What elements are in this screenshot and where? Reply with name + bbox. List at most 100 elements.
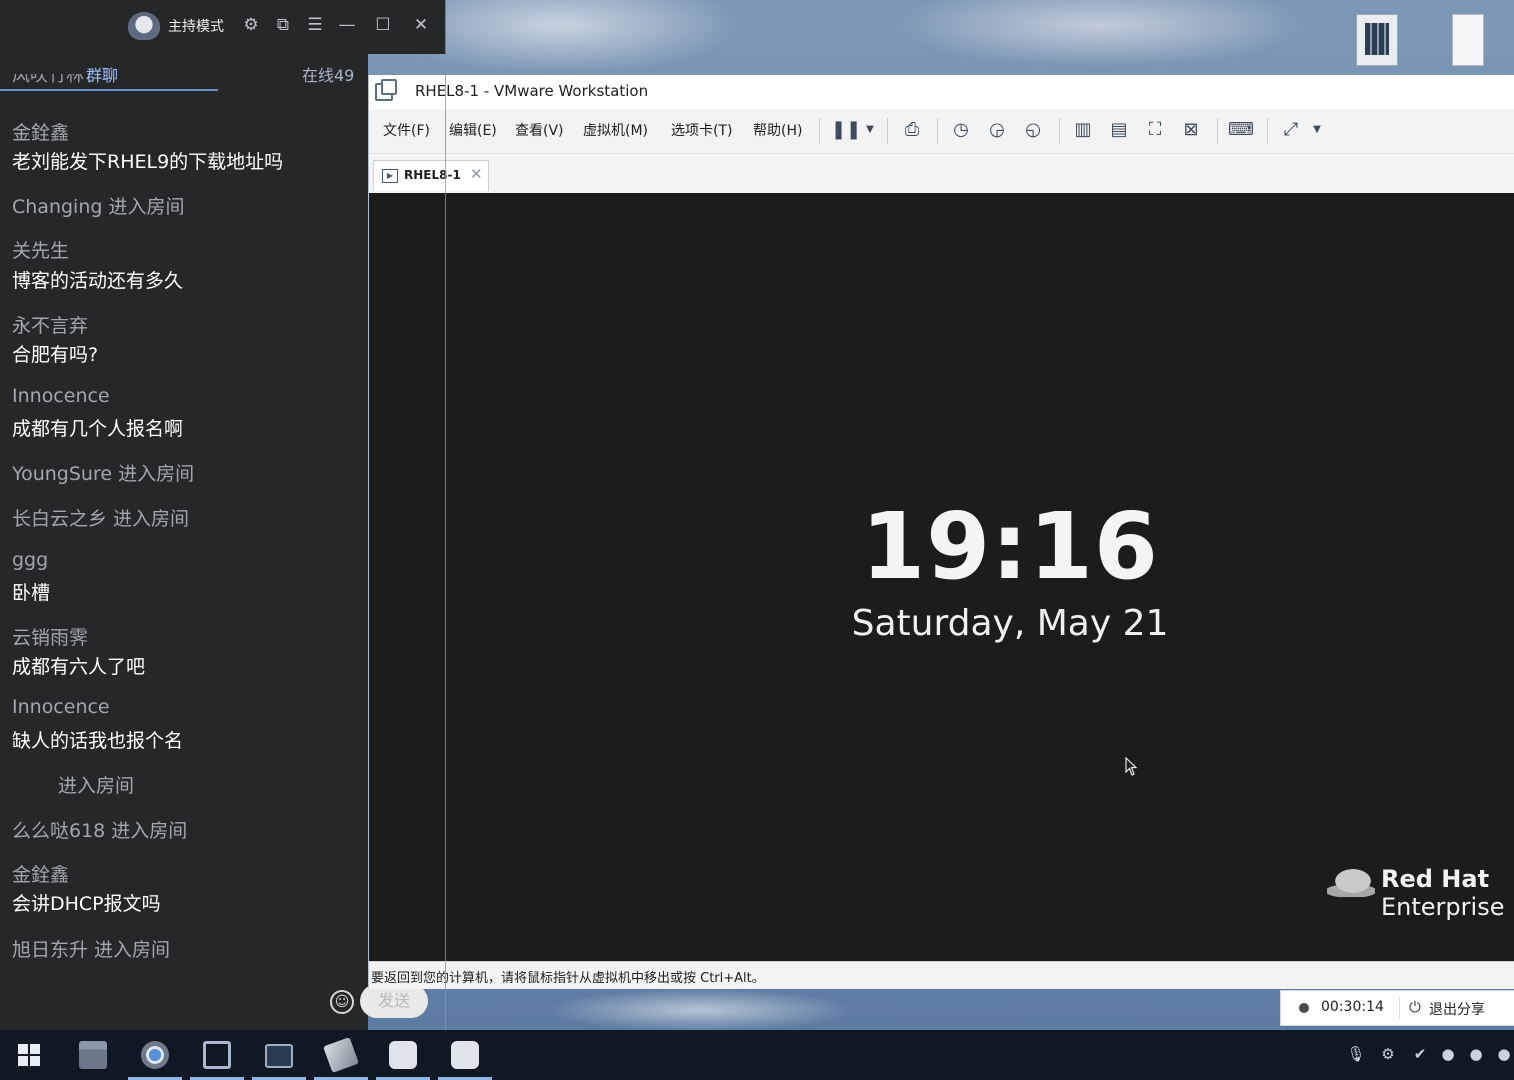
send-button[interactable]: 发送 [360,984,428,1018]
stretch-icon[interactable]: ⤢ [1278,118,1304,142]
message-author: ggg [12,549,49,571]
toolbar-separator [937,118,938,144]
message-author: 云销雨霁 [12,627,89,649]
message-text: 卧槽 [12,582,51,604]
join-notice: 长白云之乡 进入房间 [12,508,190,530]
tab-rhel8-1[interactable]: ▶ RHEL8-1 ✕ [373,160,489,191]
chevron-down-icon[interactable]: ▼ [857,118,883,142]
toolbar-separator [887,118,888,144]
tab-label: RHEL8-1 [404,168,461,182]
exit-share-button[interactable]: 退出分享 [1429,999,1485,1019]
taskbar: 🎙 ⚙ ✔ ● ● ● [0,1030,1514,1080]
pause-icon[interactable]: ❚❚ [831,118,861,142]
snapshot-icon[interactable]: ◷ [948,118,974,142]
close-icon[interactable]: ✕ [410,14,432,36]
toolbar-separator [1059,118,1060,144]
message-text: 合肥有吗? [12,344,99,366]
status-hint: 要返回到您的计算机，请将鼠标指针从虚拟机中移出或按 Ctrl+Alt。 [371,971,765,986]
window-titlebar: RHEL8-1 - VMware Workstation [369,75,1514,109]
send-ctrl-alt-del-icon[interactable]: ⎙ [899,118,925,142]
message-author: Innocence [12,696,110,718]
snapshot-manager-icon[interactable]: ◵ [1020,118,1046,142]
divider-line [445,0,446,1030]
close-icon[interactable]: ✕ [470,165,483,183]
vm-icon: ▶ [382,169,398,183]
share-control-bar: 00:30:14 ⏻ 退出分享 [1280,990,1514,1026]
avatar[interactable] [128,12,160,40]
chevron-down-icon[interactable]: ▼ [1304,118,1330,142]
tab-online[interactable]: 在线49 [302,62,354,86]
file-explorer-icon[interactable] [64,1030,122,1080]
menu-file[interactable]: 文件(F) [383,120,430,140]
message-author: Innocence [12,385,110,407]
lock-screen-date: Saturday, May 21 [851,603,1169,644]
unity-icon[interactable]: ⊠ [1178,118,1204,142]
chrome-icon[interactable] [126,1030,184,1080]
popout-icon[interactable]: ⧉ [272,14,294,36]
vm-statusbar: 要返回到您的计算机，请将鼠标指针从虚拟机中移出或按 Ctrl+Alt。 [369,961,1514,989]
join-notice: Changing 进入房间 [12,196,185,218]
qq-icon[interactable]: ● [1494,1044,1514,1064]
message-text: 会讲DHCP报文吗 [12,893,161,915]
mouse-cursor-icon [1125,757,1138,776]
message-text: 博客的活动还有多久 [12,270,184,292]
host-mode-label: 主持模式 [168,19,224,35]
qq-icon[interactable]: ● [1438,1044,1458,1064]
power-icon[interactable]: ⏻ [1409,998,1421,1016]
maximize-icon[interactable]: ☐ [372,14,394,36]
vmware-workstation-icon[interactable] [188,1030,246,1080]
message-author: 金銓鑫 [12,122,70,144]
message-author: 金銓鑫 [12,864,70,886]
redhat-hat-icon [1327,869,1375,897]
join-notice: 进入房间 [58,775,135,797]
menu-icon[interactable]: ☰ [304,14,326,36]
menu-vm[interactable]: 虚拟机(M) [583,120,648,140]
toolbar-separator [1217,118,1218,144]
window-title: RHEL8-1 - VMware Workstation [415,82,649,100]
console-icon[interactable]: ⌨ [1228,118,1254,142]
toolbar-separator [1267,118,1268,144]
redhat-brand-line2: Enterprise L [1381,893,1514,921]
message-text: 老刘能发下RHEL9的下载地址吗 [12,151,284,173]
security-icon[interactable]: ✔ [1410,1044,1430,1064]
menubar: 文件(F) 编辑(E) 查看(V) 虚拟机(M) 选项卡(T) 帮助(H) ❚❚… [369,109,1514,151]
menu-edit[interactable]: 编辑(E) [449,120,497,140]
message-author: 永不言弃 [12,315,89,337]
message-text: 缺人的话我也报个名 [12,730,184,752]
menu-view[interactable]: 查看(V) [515,120,564,140]
microphone-icon[interactable]: 🎙 [1346,1044,1366,1064]
full-screen-icon[interactable]: ⛶ [1142,118,1168,142]
library-icon[interactable]: ▥ [1070,118,1096,142]
desktop-shortcut-icon[interactable] [1356,14,1398,66]
toolbar-separator [819,118,820,144]
windows-start-icon[interactable] [18,1044,40,1066]
clipped-message: 风吹竹林 [12,74,84,86]
qq-icon[interactable]: ● [1466,1044,1486,1064]
desktop-shortcut-icon[interactable] [1452,14,1484,66]
menu-help[interactable]: 帮助(H) [753,120,802,140]
minimize-icon[interactable]: — [336,14,358,36]
revert-snapshot-icon[interactable]: ◶ [984,118,1010,142]
redhat-brand-line1: Red Hat [1381,865,1490,893]
recording-dot-icon [1299,1003,1309,1013]
thumbnail-bar-icon[interactable]: ▤ [1106,118,1132,142]
message-text: 成都有六人了吧 [12,656,146,678]
message-text: 成都有几个人报名啊 [12,418,184,440]
chat-titlebar: 主持模式 ⚙ ⧉ ☰ — ☐ ✕ [0,0,446,54]
emoji-icon[interactable]: ☺ [330,990,354,1014]
app-c2-icon[interactable] [436,1030,494,1080]
join-notice: 么么哒618 进入房间 [12,820,188,842]
guest-screen[interactable]: 19:16 Saturday, May 21 Red Hat Enterpris… [369,193,1514,961]
menu-tabs[interactable]: 选项卡(T) [671,120,732,140]
app-tray-icon[interactable]: ⚙ [1378,1044,1398,1064]
share-elapsed-time: 00:30:14 [1321,999,1384,1015]
redhat-logo: Red Hat Enterprise L [1327,863,1514,929]
join-notice: YoungSure 进入房间 [12,463,195,485]
tool-app-icon[interactable] [312,1030,370,1080]
vm-tabbar: ▶ RHEL8-1 ✕ [369,153,1514,194]
screen-share-icon[interactable] [250,1030,308,1080]
app-c1-icon[interactable] [374,1030,432,1080]
settings-icon[interactable]: ⚙ [240,14,262,36]
message-author: 关先生 [12,240,70,262]
vmware-window: RHEL8-1 - VMware Workstation 文件(F) 编辑(E)… [368,75,1514,989]
